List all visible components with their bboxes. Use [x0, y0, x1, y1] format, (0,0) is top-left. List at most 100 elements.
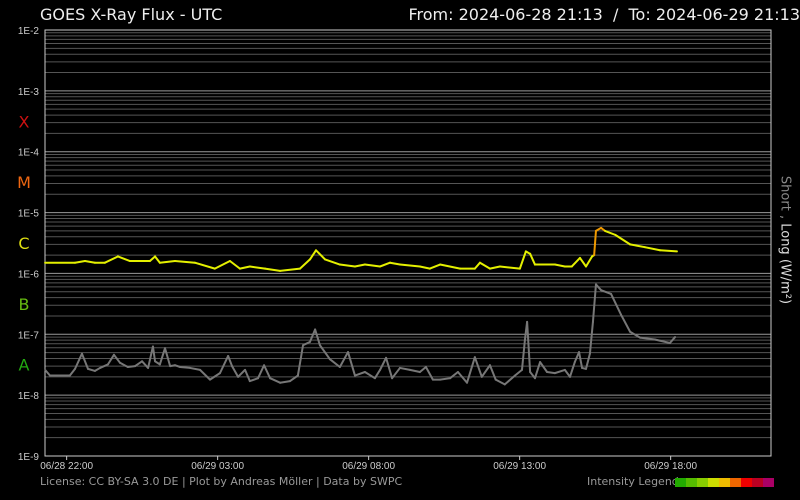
- series-long-segment: [353, 263, 366, 268]
- series-short-segment: [164, 347, 172, 368]
- series-long-segment: [299, 258, 311, 270]
- legend-swatch: [763, 478, 774, 487]
- series-long-segment: [578, 256, 587, 268]
- series-long-segment: [238, 265, 251, 270]
- series-short-segment: [80, 352, 89, 370]
- series-short-segment: [151, 345, 157, 363]
- series-long-segment: [488, 265, 501, 270]
- legend-swatch: [730, 478, 741, 487]
- y-tick-label: 1E-2: [18, 26, 40, 37]
- series-short-segment: [424, 366, 434, 381]
- y-tick-label: 1E-8: [18, 391, 40, 402]
- series-long-segment: [279, 267, 302, 272]
- series-short-segment: [379, 356, 388, 371]
- series-long-segment: [363, 263, 382, 268]
- plot-area: 1E-2 1E-3 1E-4 1E-5 1E-6 1E-7 1E-8 1E-9 X M C B A 06/…: [17, 26, 772, 472]
- series-short-segment: [553, 368, 566, 375]
- series-short-segment: [473, 356, 483, 378]
- series-short-segment: [296, 344, 305, 377]
- series-short-segment: [147, 345, 154, 369]
- series-short-segment: [418, 366, 427, 374]
- class-label-A: A: [19, 356, 30, 375]
- series-long-segment: [498, 265, 521, 270]
- goes-xray-chart: GOES X-Ray Flux - UTC From: 2024-06-28 2…: [0, 0, 800, 500]
- series-short-segment: [134, 360, 144, 368]
- series-short-segment: [488, 364, 497, 381]
- series-long-segment: [248, 265, 266, 270]
- series-short-segment: [578, 351, 584, 369]
- series-short-segment: [347, 351, 356, 377]
- series-short-segment: [385, 356, 394, 380]
- intensity-legend: [675, 478, 774, 487]
- series-short-segment: [158, 347, 167, 366]
- class-label-M: M: [17, 173, 31, 192]
- series-short-segment: [439, 377, 452, 381]
- series-short-segment: [74, 352, 83, 370]
- series-long-segment: [324, 258, 341, 266]
- series-long-segment: [173, 260, 196, 264]
- license-text: License: CC BY-SA 3.0 DE | Plot by Andre…: [40, 475, 403, 488]
- series-short-segment: [456, 371, 469, 384]
- series-short-segment: [141, 360, 150, 369]
- series-short-segment: [244, 368, 251, 383]
- series-short-segment: [539, 361, 549, 374]
- legend-swatch: [697, 478, 708, 487]
- y-tick-label: 1E-4: [18, 148, 40, 159]
- series-long-segment: [379, 261, 391, 268]
- series-long-segment: [263, 267, 282, 272]
- series-long-segment: [228, 260, 241, 270]
- legend-swatch: [708, 478, 719, 487]
- series-long-segment: [643, 246, 661, 252]
- series-short-segment: [610, 292, 623, 316]
- series-short-segment: [126, 365, 137, 369]
- x-tick-label: 06/29 03:00: [191, 461, 244, 472]
- series-short-segment: [263, 364, 272, 380]
- series-short-segment: [568, 361, 576, 378]
- series-short-segment: [546, 371, 556, 375]
- series-short-segment: [533, 361, 542, 380]
- series-long-segment: [103, 255, 119, 264]
- class-label-X: X: [19, 112, 30, 131]
- y-axis-label: Short , Long (W/m²): [778, 176, 793, 304]
- x-tick-label: 06/29 18:00: [644, 461, 697, 472]
- series-long-segment: [74, 260, 86, 264]
- y-tick-label: 1E-5: [18, 209, 40, 220]
- series-long-segment: [584, 255, 594, 268]
- class-label-B: B: [19, 295, 30, 314]
- y-tick-label: 1E-3: [18, 87, 40, 98]
- series-long-segment: [593, 229, 597, 257]
- series-long-segment: [518, 250, 527, 270]
- x-tick-label: 06/29 13:00: [493, 461, 546, 472]
- series-short-segment: [279, 380, 292, 384]
- series-long-segment: [83, 260, 96, 264]
- series-long-segment: [604, 229, 617, 236]
- series-short-segment: [526, 320, 532, 374]
- series-short-segment: [106, 353, 115, 366]
- series-long-segment: [116, 255, 131, 263]
- series-short-segment: [86, 367, 96, 372]
- series-long-segment: [158, 260, 176, 264]
- series-long-segment: [148, 255, 157, 263]
- series-short-segment: [494, 378, 506, 386]
- series-short-segment: [353, 371, 366, 377]
- series-short-segment: [237, 368, 247, 378]
- series-long-segment: [478, 261, 491, 270]
- x-tick-label: 06/29 08:00: [342, 461, 395, 472]
- series-long-segment: [428, 263, 442, 270]
- series-long-segment: [473, 261, 481, 270]
- series-short-segment: [44, 368, 51, 377]
- series-long-segment: [570, 256, 581, 268]
- series-long-segment: [338, 263, 356, 268]
- legend-swatch: [686, 478, 697, 487]
- series-short-segment: [408, 368, 421, 374]
- legend-swatch: [741, 478, 752, 487]
- legend-swatch: [719, 478, 730, 487]
- series-short-segment: [584, 352, 591, 370]
- series-short-segment: [227, 354, 234, 368]
- intensity-legend-label: Intensity Legend: [587, 475, 679, 488]
- series-short-segment: [338, 351, 350, 369]
- series-short-segment: [398, 366, 411, 371]
- y-label-short: Short ,: [777, 175, 793, 220]
- series-short-segment: [269, 377, 282, 384]
- series-short-segment: [248, 377, 260, 383]
